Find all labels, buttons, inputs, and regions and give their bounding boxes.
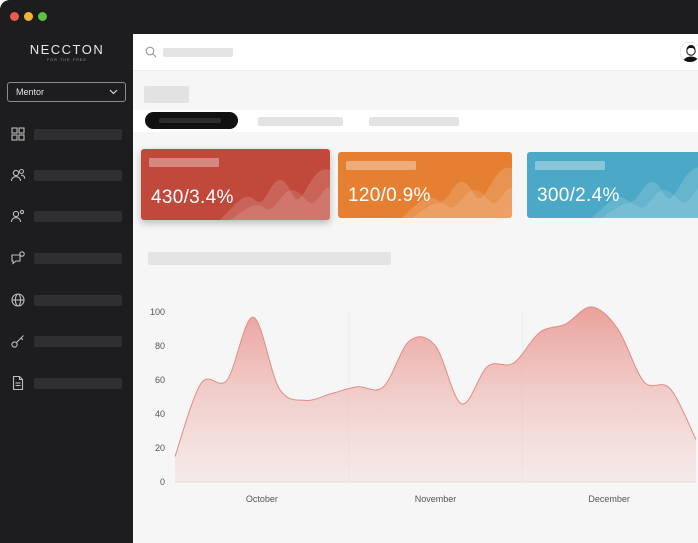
tab-third[interactable] [369,117,459,126]
close-window-button[interactable] [10,12,19,21]
chat-settings-icon [11,251,25,265]
brand-logo-text: NECCTON [29,42,105,57]
avatar[interactable] [679,41,698,63]
sidebar-item-users[interactable] [10,165,126,185]
users-icon [10,168,26,182]
key-icon [11,335,24,348]
page-title [144,86,189,103]
y-tick-label: 40 [155,409,165,419]
main-content: 430/3.4% 120/0.9% 300/2.4% 0 20 40 60 80… [133,34,698,543]
chart-title [148,252,391,265]
y-tick-label: 60 [155,375,165,385]
search-input[interactable] [163,48,233,57]
y-tick-label: 100 [150,307,165,317]
tab-active[interactable] [145,112,238,129]
area-chart: 0 20 40 60 80 100 October November December [150,306,697,504]
y-tick-label: 0 [160,477,165,487]
stat-card-value: 430/3.4% [151,187,234,208]
sidebar-item-user-settings[interactable] [10,206,126,226]
user-avatar-icon [680,42,698,62]
tab-bar [133,110,698,132]
area-series-fill [175,306,696,482]
role-dropdown-value: Mentor [16,87,45,97]
app-window: NECCTON FOR THE FREE Mentor 430/3.4% 120… [0,0,698,543]
stat-card-value: 300/2.4% [537,185,620,206]
x-tick-label: December [588,494,630,504]
grid-icon [11,127,25,141]
sidebar-item-label [34,336,122,347]
user-settings-icon [10,209,25,223]
sidebar-item-label [34,253,122,264]
sidebar-item-label [34,378,122,389]
y-tick-label: 80 [155,341,165,351]
y-tick-label: 20 [155,443,165,453]
sidebar-item-messages[interactable] [10,248,126,268]
title-bar [0,0,698,34]
sidebar-item-label [34,295,122,306]
globe-icon [11,293,25,307]
x-tick-label: October [246,494,278,504]
maximize-window-button[interactable] [38,12,47,21]
stat-card-sparkline [220,169,330,220]
role-dropdown[interactable]: Mentor [7,82,126,102]
sidebar: NECCTON FOR THE FREE Mentor [0,34,133,543]
minimize-window-button[interactable] [24,12,33,21]
sidebar-item-global[interactable] [10,290,126,310]
stat-card-2[interactable]: 120/0.9% [338,152,512,218]
sidebar-item-label [34,211,122,222]
search-icon[interactable] [145,46,157,58]
sidebar-item-access[interactable] [10,331,126,351]
sidebar-item-label [34,170,122,181]
stat-card-3[interactable]: 300/2.4% [527,152,698,218]
top-bar [133,34,698,71]
tab-second[interactable] [258,117,343,126]
brand-tagline: FOR THE FREE [46,58,87,62]
stat-card-label [149,158,219,167]
sidebar-item-documents[interactable] [10,373,126,393]
stat-card-1[interactable]: 430/3.4% [141,149,330,220]
x-tick-label: November [415,494,457,504]
sidebar-item-label [34,129,122,140]
brand-logo: NECCTON FOR THE FREE [24,42,110,62]
stat-card-value: 120/0.9% [348,185,431,206]
document-icon [12,375,24,391]
sidebar-item-dashboard[interactable] [10,124,126,144]
chevron-down-icon [109,89,118,95]
